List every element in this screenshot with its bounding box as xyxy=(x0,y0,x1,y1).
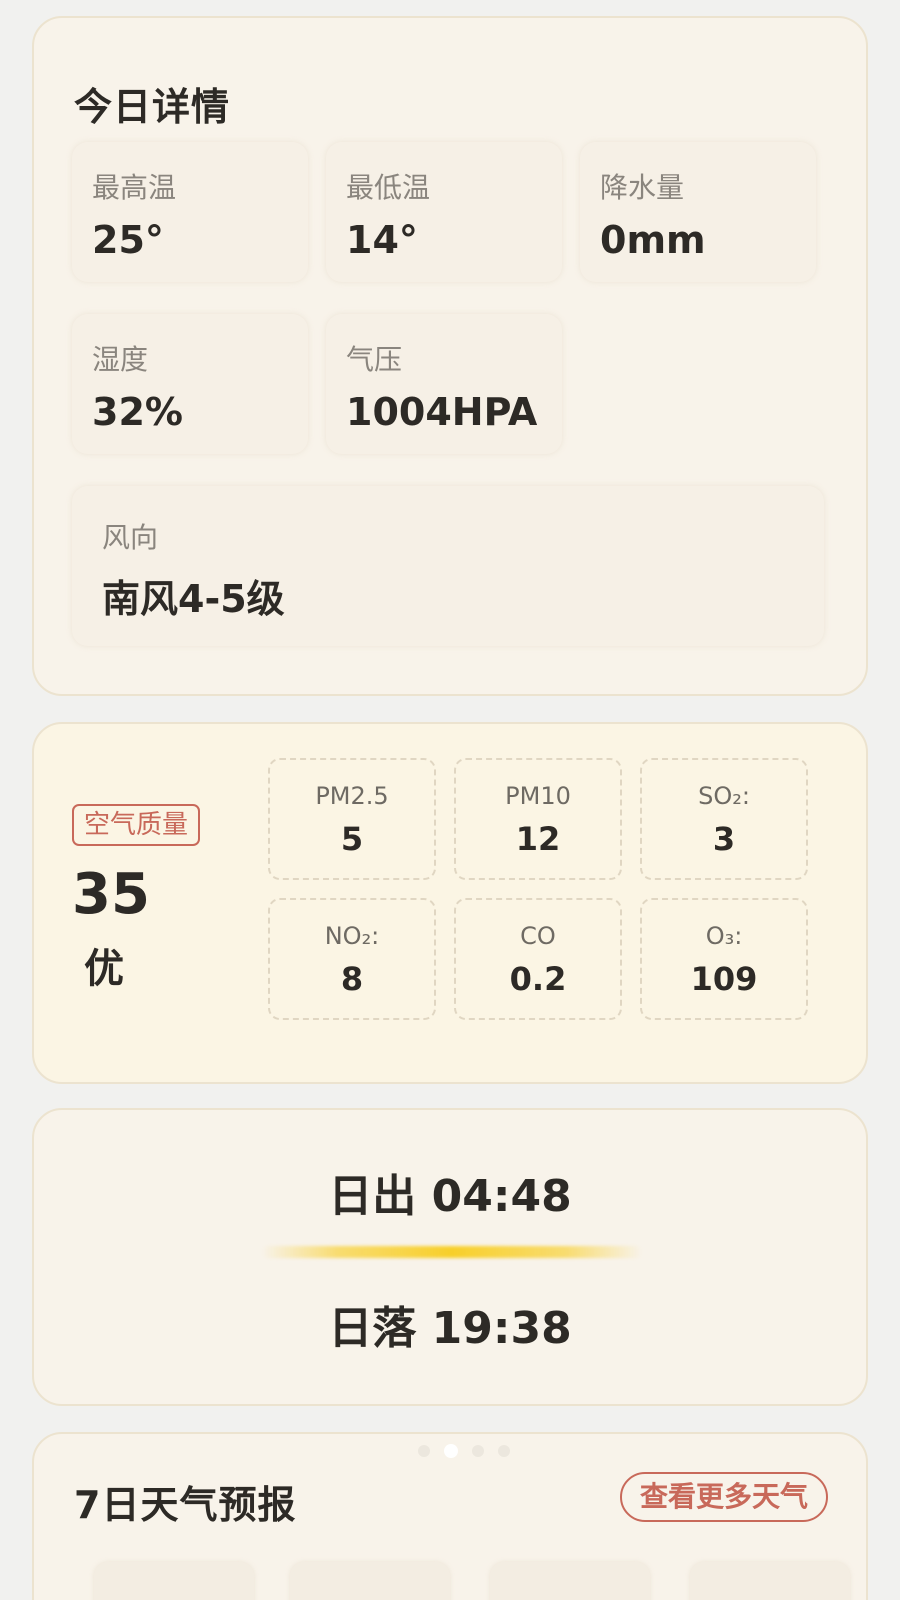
pollutant-value: 0.2 xyxy=(509,960,567,998)
pollutant-value: 5 xyxy=(340,820,364,858)
pollutant-name: NO₂: xyxy=(324,922,380,950)
forecast-card: 7日天气预报 查看更多天气 xyxy=(32,1432,868,1600)
pressure-value: 1004HPA xyxy=(346,390,538,434)
pollutant-pm10: PM10 12 xyxy=(454,758,622,880)
sunset-time: 日落 19:38 xyxy=(328,1303,572,1354)
page-dot[interactable] xyxy=(472,1445,484,1457)
pollutant-name: O₃: xyxy=(705,922,743,950)
sunrise-time: 日出 04:48 xyxy=(328,1171,572,1222)
high-temp-tile: 最高温 25° xyxy=(72,142,308,282)
precipitation-label: 降水量 xyxy=(600,171,685,204)
humidity-tile: 湿度 32% xyxy=(72,314,308,454)
aqi-level: 优 xyxy=(84,946,124,992)
pollutant-no2: NO₂: 8 xyxy=(268,898,436,1020)
high-temp-value: 25° xyxy=(92,218,164,262)
air-quality-card: 空气质量 35 优 PM2.5 5 PM10 12 SO₂: 3 NO₂: 8 … xyxy=(32,722,868,1084)
wind-value: 南风4-5级 xyxy=(102,577,285,621)
high-temp-label: 最高温 xyxy=(92,171,177,204)
precipitation-value: 0mm xyxy=(600,218,706,262)
pollutant-name: PM10 xyxy=(505,782,571,810)
humidity-value: 32% xyxy=(92,390,183,434)
humidity-label: 湿度 xyxy=(92,343,149,376)
aqi-value: 35 xyxy=(72,862,150,927)
forecast-day-tile[interactable] xyxy=(490,1562,650,1600)
pollutant-value: 12 xyxy=(515,820,561,858)
page-indicator[interactable] xyxy=(418,1444,510,1458)
wind-tile: 风向 南风4-5级 xyxy=(72,486,824,646)
forecast-day-tile[interactable] xyxy=(690,1562,850,1600)
sun-progress-bar xyxy=(262,1246,642,1258)
pollutant-name: CO xyxy=(520,922,556,950)
wind-label: 风向 xyxy=(102,521,159,554)
page-dot-active[interactable] xyxy=(444,1444,458,1458)
forecast-title: 7日天气预报 xyxy=(74,1483,297,1527)
low-temp-label: 最低温 xyxy=(346,171,431,204)
pollutant-pm25: PM2.5 5 xyxy=(268,758,436,880)
pollutant-value: 109 xyxy=(690,960,758,998)
low-temp-tile: 最低温 14° xyxy=(326,142,562,282)
page-dot[interactable] xyxy=(418,1445,430,1457)
low-temp-value: 14° xyxy=(346,218,418,262)
pollutant-name: PM2.5 xyxy=(315,782,389,810)
pressure-label: 气压 xyxy=(346,343,403,376)
today-details-title: 今日详情 xyxy=(74,85,231,129)
pollutant-co: CO 0.2 xyxy=(454,898,622,1020)
pollutant-value: 3 xyxy=(712,820,736,858)
page-dot[interactable] xyxy=(498,1445,510,1457)
pollutant-o3: O₃: 109 xyxy=(640,898,808,1020)
today-details-card: 今日详情 最高温 25° 最低温 14° 降水量 0mm 湿度 32% 气压 1… xyxy=(32,16,868,696)
precipitation-tile: 降水量 0mm xyxy=(580,142,816,282)
sun-card: 日出 04:48 日落 19:38 xyxy=(32,1108,868,1406)
more-weather-button[interactable]: 查看更多天气 xyxy=(619,1472,828,1522)
pollutant-so2: SO₂: 3 xyxy=(640,758,808,880)
pollutant-name: SO₂: xyxy=(698,782,750,810)
forecast-day-tile[interactable] xyxy=(290,1562,450,1600)
forecast-day-tile[interactable] xyxy=(94,1562,254,1600)
pressure-tile: 气压 1004HPA xyxy=(326,314,562,454)
pollutant-value: 8 xyxy=(340,960,364,998)
air-quality-badge: 空气质量 xyxy=(72,804,201,846)
